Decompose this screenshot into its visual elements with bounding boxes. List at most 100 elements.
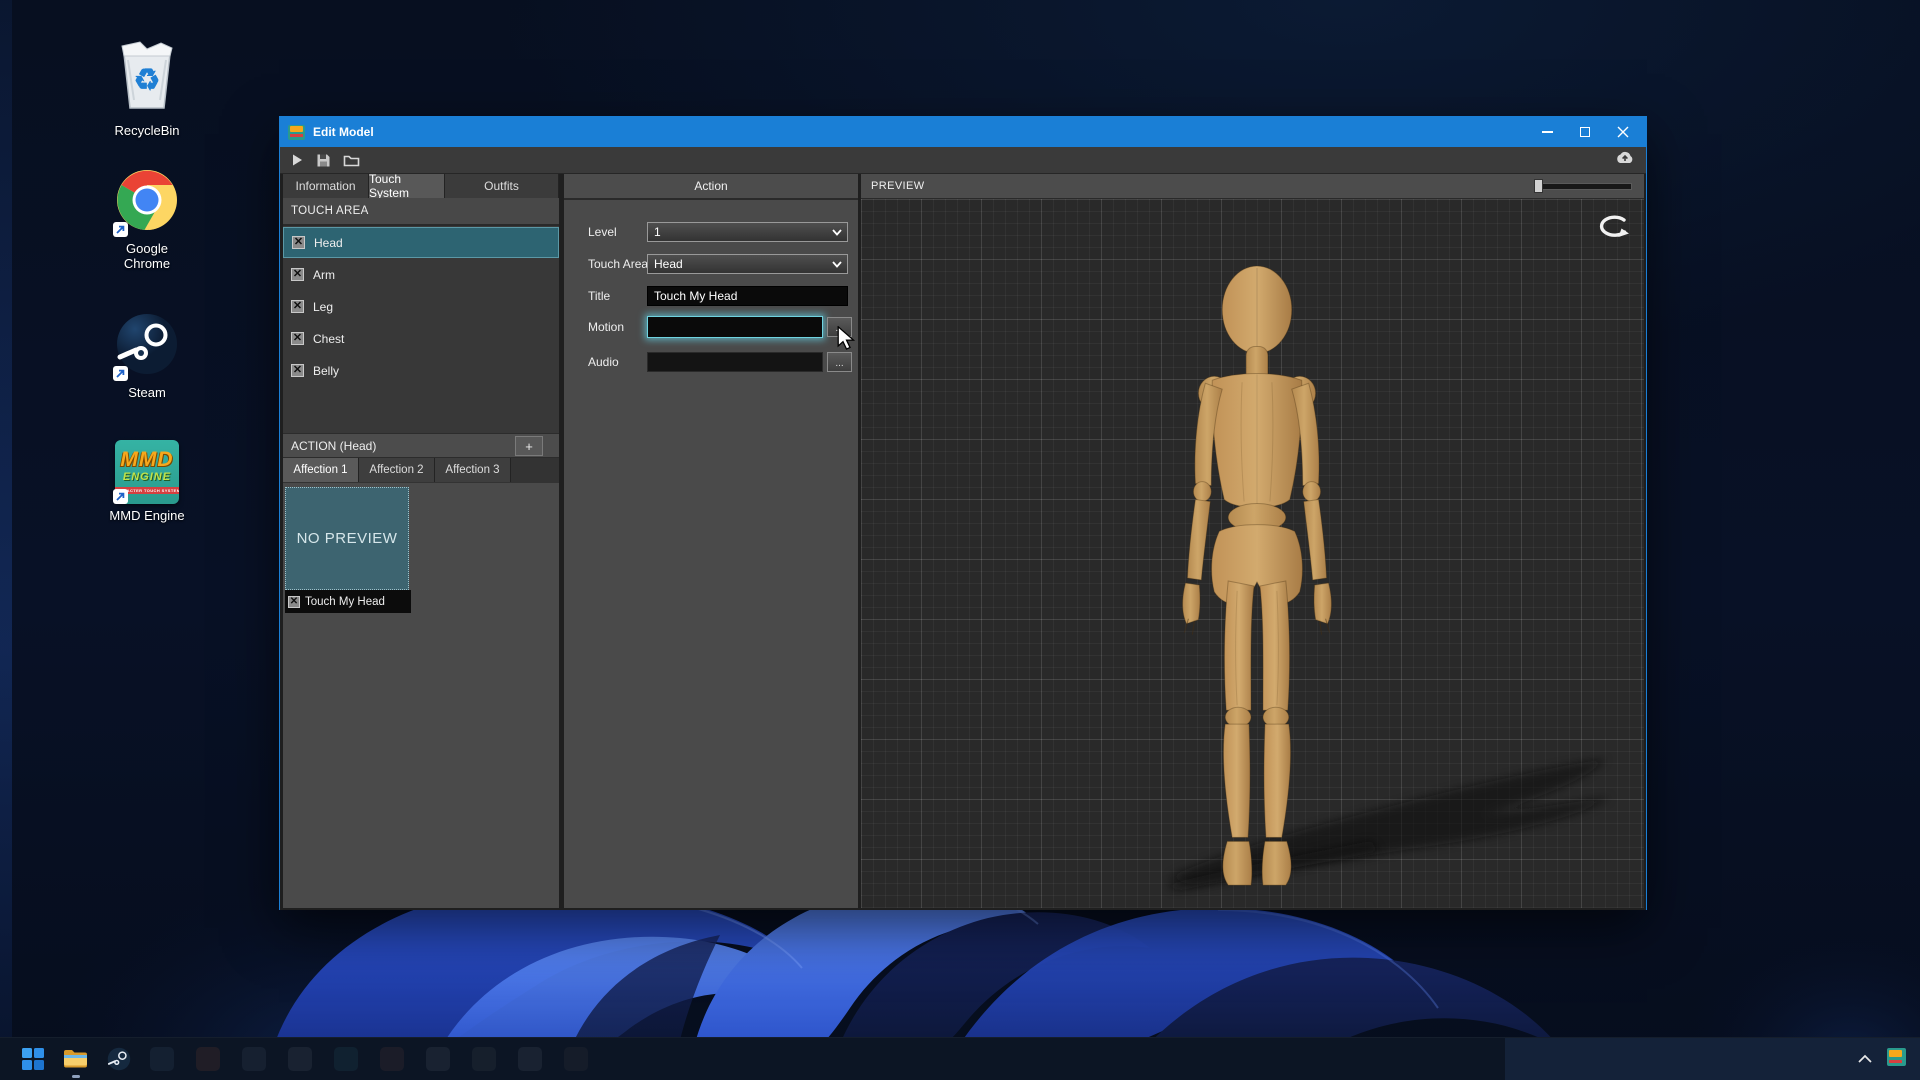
action-items-area: NO PREVIEW ✕ Touch My Head [283, 483, 559, 908]
minimize-icon [1542, 131, 1553, 133]
motion-label: Motion [588, 320, 624, 334]
shortcut-arrow-icon [113, 366, 128, 381]
cloud-upload-icon[interactable] [1614, 150, 1636, 165]
chevron-down-icon [832, 261, 842, 268]
dimmed-taskbar-icon[interactable] [334, 1047, 358, 1071]
tab-touch-system[interactable]: Touch System [369, 174, 445, 198]
checkbox-checked-icon[interactable]: ✕ [292, 236, 305, 249]
touch-area-label: Chest [313, 332, 344, 346]
title-row: Title Touch My Head [564, 285, 858, 307]
taskbar [0, 1037, 1920, 1080]
file-explorer-icon [63, 1048, 88, 1070]
steam-taskbar-button[interactable] [106, 1046, 132, 1072]
desktop-icon-recyclebin[interactable]: ♻ RecycleBin [92, 40, 202, 138]
action-panel: Action Level 1 Touch Area Head [564, 174, 858, 908]
chrome-icon [115, 168, 179, 237]
maximize-icon [1580, 127, 1590, 137]
dimmed-taskbar-icon[interactable] [472, 1047, 496, 1071]
mmd-icon-text: ENGINE [123, 472, 171, 483]
tab-information[interactable]: Information [283, 174, 369, 198]
dimmed-taskbar-icon[interactable] [288, 1047, 312, 1071]
mmd-icon-text: MMD [120, 450, 173, 470]
level-select[interactable]: 1 [647, 222, 848, 242]
recyclebin-icon: ♻ [114, 40, 180, 119]
touch-system-panel: Information Touch System Outfits TOUCH A… [283, 174, 559, 908]
audio-browse-button[interactable]: ... [827, 352, 852, 372]
toolbar [280, 147, 1646, 174]
checkbox-checked-icon[interactable]: ✕ [288, 596, 300, 608]
minimize-button[interactable] [1540, 125, 1554, 139]
preview-viewport[interactable] [861, 199, 1644, 908]
dimmed-taskbar-icon[interactable] [196, 1047, 220, 1071]
touch-area-row-belly[interactable]: ✕ Belly [283, 355, 559, 386]
dimmed-taskbar-icon[interactable] [150, 1047, 174, 1071]
action-panel-header: Action [564, 174, 858, 200]
audio-input[interactable] [647, 352, 823, 372]
checkbox-checked-icon[interactable]: ✕ [291, 364, 304, 377]
desktop-icon-label: Google Chrome [115, 241, 179, 271]
open-folder-icon[interactable] [343, 153, 360, 167]
title-input[interactable]: Touch My Head [647, 286, 848, 306]
start-button[interactable] [20, 1046, 46, 1072]
touch-area-row: Touch Area Head [564, 253, 858, 275]
add-action-button[interactable]: + [515, 436, 543, 456]
desktop-icon-steam[interactable]: Steam [92, 312, 202, 400]
mannequin-figure[interactable] [1142, 263, 1372, 899]
desktop-icon-mmd-engine[interactable]: MMD ENGINE CHARACTER TOUCH SYSTEM MMD En… [92, 440, 202, 523]
tab-outfits[interactable]: Outfits [445, 174, 559, 198]
chevron-up-icon[interactable] [1857, 1054, 1873, 1064]
dimmed-taskbar-icon[interactable] [242, 1047, 266, 1071]
level-value: 1 [654, 225, 661, 239]
dimmed-taskbar-icon[interactable] [564, 1047, 588, 1071]
preview-header: PREVIEW [861, 174, 1644, 199]
window-title: Edit Model [313, 125, 374, 139]
tab-affection-2[interactable]: Affection 2 [359, 458, 435, 482]
mmd-engine-icon: MMD ENGINE CHARACTER TOUCH SYSTEM [115, 440, 179, 504]
steam-icon [115, 312, 179, 381]
touch-area-value: Head [654, 257, 683, 271]
file-explorer-button[interactable] [62, 1046, 88, 1072]
touch-area-header: TOUCH AREA [283, 198, 559, 226]
checkbox-checked-icon[interactable]: ✕ [291, 300, 304, 313]
desktop: ♻ RecycleBin Google Chrome [0, 0, 1920, 1080]
touch-area-label: Head [314, 236, 343, 250]
wallpaper-edge-glow [0, 0, 12, 1080]
desktop-icon-chrome[interactable]: Google Chrome [92, 168, 202, 271]
running-app-indicator [72, 1075, 80, 1078]
preview-panel: PREVIEW [861, 174, 1644, 908]
action-form: Level 1 Touch Area Head [564, 200, 858, 908]
action-item-label-bar[interactable]: ✕ Touch My Head [285, 590, 411, 613]
maximize-button[interactable] [1578, 125, 1592, 139]
title-label: Title [588, 289, 610, 303]
save-icon[interactable] [316, 153, 331, 168]
action-item-thumbnail[interactable]: NO PREVIEW [285, 487, 409, 590]
checkbox-checked-icon[interactable]: ✕ [291, 268, 304, 281]
action-list-title: ACTION (Head) [291, 439, 376, 453]
dimmed-taskbar-icon[interactable] [380, 1047, 404, 1071]
motion-input[interactable] [647, 316, 823, 338]
touch-area-row-leg[interactable]: ✕ Leg [283, 291, 559, 322]
touch-area-row-chest[interactable]: ✕ Chest [283, 323, 559, 354]
action-list-header: ACTION (Head) + [283, 433, 559, 458]
touch-area-row-arm[interactable]: ✕ Arm [283, 259, 559, 290]
audio-label: Audio [588, 355, 619, 369]
chevron-down-icon [832, 229, 842, 236]
tab-affection-1[interactable]: Affection 1 [283, 458, 359, 482]
touch-area-label: Belly [313, 364, 339, 378]
touch-area-select[interactable]: Head [647, 254, 848, 274]
checkbox-checked-icon[interactable]: ✕ [291, 332, 304, 345]
slider-handle[interactable] [1534, 179, 1543, 193]
mmd-engine-tray-icon[interactable] [1887, 1048, 1906, 1071]
dimmed-taskbar-icon[interactable] [426, 1047, 450, 1071]
close-button[interactable] [1616, 125, 1630, 139]
desktop-icon-label: RecycleBin [114, 123, 179, 138]
rotate-view-icon[interactable] [1594, 213, 1630, 241]
audio-row: Audio ... [564, 351, 858, 373]
preview-zoom-slider[interactable] [1534, 183, 1632, 190]
titlebar[interactable]: Edit Model [280, 117, 1646, 147]
dimmed-taskbar-icon[interactable] [518, 1047, 542, 1071]
touch-area-row-head[interactable]: ✕ Head [283, 227, 559, 258]
windows-logo-icon [22, 1048, 44, 1070]
tab-affection-3[interactable]: Affection 3 [435, 458, 511, 482]
play-icon[interactable] [290, 153, 304, 167]
